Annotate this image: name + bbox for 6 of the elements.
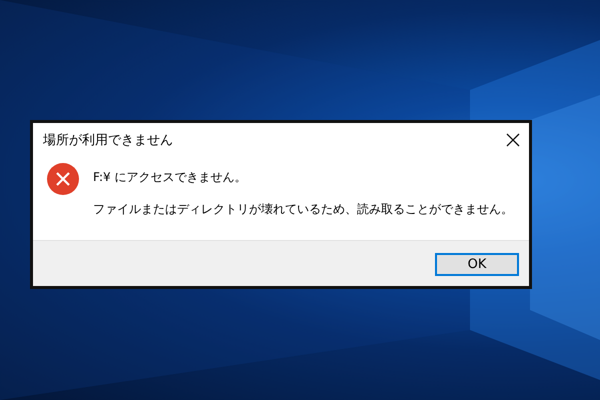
error-message: ファイルまたはディレクトリが壊れているため、読み取ることができません。 [93, 201, 513, 218]
ok-button[interactable]: OK [435, 253, 519, 276]
dialog-title: 場所が利用できません [43, 132, 173, 149]
error-heading: F:¥ にアクセスできません。 [93, 169, 248, 186]
close-button[interactable] [505, 132, 521, 148]
error-icon [47, 163, 79, 195]
